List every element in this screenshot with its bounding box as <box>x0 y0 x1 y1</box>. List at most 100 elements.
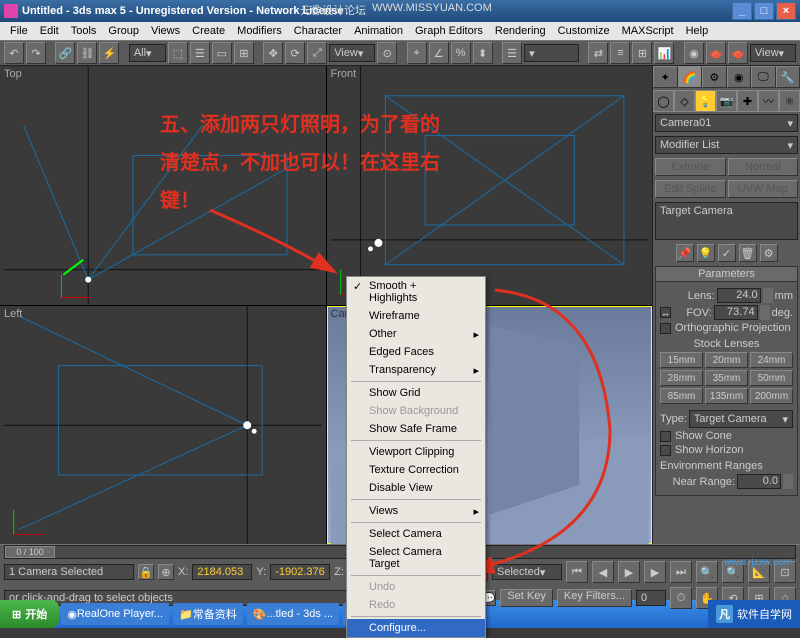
ctx-transparency[interactable]: Transparency <box>347 361 485 379</box>
lens-arrows[interactable] <box>763 288 773 303</box>
sub-systems[interactable]: ⚛ <box>779 90 800 112</box>
named-sel-combo[interactable]: ▾ <box>524 44 579 62</box>
schematic-button[interactable]: ⊞ <box>632 42 652 64</box>
quick-render-button[interactable]: 🫖 <box>728 42 748 64</box>
unlink-button[interactable]: ⛓ <box>77 42 97 64</box>
camera-type-combo[interactable]: Target Camera▾ <box>689 410 793 428</box>
percent-snap-button[interactable]: % <box>451 42 471 64</box>
ctx-show-grid[interactable]: Show Grid <box>347 384 485 402</box>
system-tray[interactable]: 凡 软件自学网 <box>708 600 800 628</box>
minimize-button[interactable]: _ <box>732 2 752 20</box>
select-button[interactable]: ⬚ <box>168 42 188 64</box>
object-name-field[interactable]: Camera01▾ <box>655 114 798 132</box>
uvwmap-button[interactable]: UVW Map <box>728 180 799 198</box>
stack-unique-button[interactable]: ✓ <box>718 244 736 262</box>
rotate-button[interactable]: ⟳ <box>285 42 305 64</box>
undo-button[interactable]: ↶ <box>4 42 24 64</box>
lens-24[interactable]: 24mm <box>750 352 793 368</box>
task-3dsmax[interactable]: 🎨 ...tled - 3ds ... <box>247 603 339 625</box>
lock-selection-button[interactable]: 🔒 <box>138 564 154 580</box>
next-frame-button[interactable]: ▶ <box>644 561 666 583</box>
fov-spinner[interactable]: 73.74 <box>714 305 758 320</box>
fov-arrows[interactable] <box>760 305 770 320</box>
stack-config-button[interactable]: ⚙ <box>760 244 778 262</box>
tab-display[interactable]: 🖵 <box>751 66 776 88</box>
lens-200[interactable]: 200mm <box>750 388 793 404</box>
menu-rendering[interactable]: Rendering <box>489 25 552 37</box>
tab-create[interactable]: ✦ <box>653 66 678 88</box>
menu-character[interactable]: Character <box>288 25 348 37</box>
viewport-left[interactable]: Left <box>0 306 326 545</box>
lens-135[interactable]: 135mm <box>705 388 748 404</box>
ctx-other[interactable]: Other <box>347 325 485 343</box>
stack-pin-button[interactable]: 📌 <box>676 244 694 262</box>
ctx-disable-view[interactable]: Disable View <box>347 479 485 497</box>
parameters-header[interactable]: Parameters <box>656 267 797 282</box>
menu-maxscript[interactable]: MAXScript <box>616 25 680 37</box>
select-rect-button[interactable]: ▭ <box>212 42 232 64</box>
ctx-edged-faces[interactable]: Edged Faces <box>347 343 485 361</box>
viewport-top[interactable]: Top <box>0 66 326 305</box>
menu-views[interactable]: Views <box>145 25 186 37</box>
menu-modifiers[interactable]: Modifiers <box>231 25 288 37</box>
named-sel-button[interactable]: ☰ <box>502 42 522 64</box>
lens-85[interactable]: 85mm <box>660 388 703 404</box>
viewport-front[interactable]: Front <box>327 66 653 305</box>
menu-file[interactable]: File <box>4 25 34 37</box>
zoom-all-button[interactable]: 🔍 <box>722 561 744 583</box>
ctx-select-camera-target[interactable]: Select Camera Target <box>347 543 485 573</box>
goto-start-button[interactable]: ⏮ <box>566 561 588 583</box>
stack-show-button[interactable]: 💡 <box>697 244 715 262</box>
extrude-button[interactable]: Extrude <box>655 158 726 176</box>
trackview-button[interactable]: 📊 <box>654 42 674 64</box>
window-crossing-button[interactable]: ⊞ <box>234 42 254 64</box>
modifier-list[interactable]: Modifier List▾ <box>655 136 798 154</box>
frame-field[interactable]: 0 <box>636 590 666 606</box>
menu-edit[interactable]: Edit <box>34 25 65 37</box>
prev-frame-button[interactable]: ◀ <box>592 561 614 583</box>
ctx-views[interactable]: Views <box>347 502 485 520</box>
time-handle[interactable]: 0 / 100 <box>5 546 55 558</box>
redo-button[interactable]: ↷ <box>26 42 46 64</box>
start-button[interactable]: ⊞开始 <box>0 600 59 628</box>
menu-customize[interactable]: Customize <box>552 25 616 37</box>
task-folder[interactable]: 📁 常备资料 <box>173 603 243 625</box>
stack-remove-button[interactable]: 🗑 <box>739 244 757 262</box>
menu-group[interactable]: Group <box>102 25 145 37</box>
sub-helpers[interactable]: ✚ <box>737 90 758 112</box>
fov-direction-button[interactable]: ↔ <box>660 307 671 318</box>
set-key-button[interactable]: Set Key <box>500 589 553 607</box>
ctx-wireframe[interactable]: Wireframe <box>347 307 485 325</box>
key-filters-button[interactable]: Key Filters... <box>557 589 632 607</box>
ctx-smooth-highlights[interactable]: Smooth + Highlights <box>347 277 485 307</box>
maximize-button[interactable]: □ <box>754 2 774 20</box>
selection-filter[interactable]: All ▾ <box>129 44 166 62</box>
goto-end-button[interactable]: ⏭ <box>670 561 692 583</box>
lens-15[interactable]: 15mm <box>660 352 703 368</box>
render-scene-button[interactable]: 🫖 <box>706 42 726 64</box>
menu-animation[interactable]: Animation <box>348 25 409 37</box>
link-button[interactable]: 🔗 <box>55 42 75 64</box>
sub-shapes[interactable]: ◇ <box>674 90 695 112</box>
zoom-ext-button[interactable]: ⊡ <box>774 561 796 583</box>
menu-grapheditors[interactable]: Graph Editors <box>409 25 489 37</box>
select-name-button[interactable]: ☰ <box>190 42 210 64</box>
time-config-button[interactable]: ⏱ <box>670 587 692 609</box>
sub-geometry[interactable]: ◯ <box>653 90 674 112</box>
show-horizon-checkbox[interactable] <box>660 445 671 456</box>
menu-create[interactable]: Create <box>186 25 231 37</box>
lens-35[interactable]: 35mm <box>705 370 748 386</box>
tab-motion[interactable]: ◉ <box>727 66 752 88</box>
snap-button[interactable]: ⌖ <box>407 42 427 64</box>
show-cone-checkbox[interactable] <box>660 431 671 442</box>
key-mode-combo[interactable]: Selected ▾ <box>492 564 562 580</box>
editspline-button[interactable]: Edit Spline <box>655 180 726 198</box>
zoom-button[interactable]: 🔍 <box>696 561 718 583</box>
align-button[interactable]: ≡ <box>610 42 630 64</box>
y-field[interactable]: -1902.376 <box>270 564 330 580</box>
normal-button[interactable]: Normal <box>728 158 799 176</box>
angle-snap-button[interactable]: ∠ <box>429 42 449 64</box>
pivot-button[interactable]: ⊙ <box>377 42 397 64</box>
spinner-snap-button[interactable]: ⬍ <box>473 42 493 64</box>
render-combo[interactable]: View ▾ <box>750 44 796 62</box>
